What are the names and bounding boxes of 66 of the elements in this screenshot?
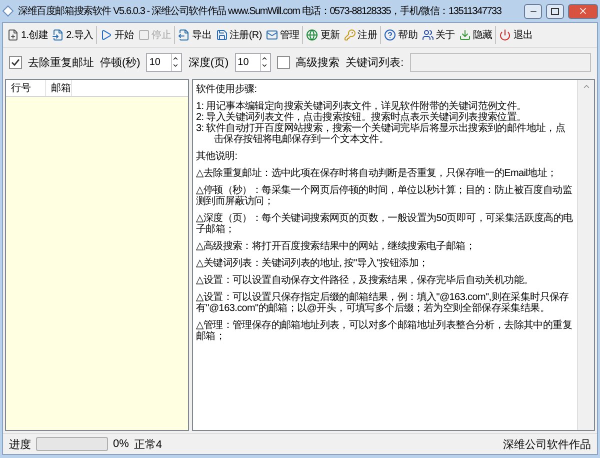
checkbox[interactable] bbox=[276, 56, 290, 68]
toolbar-icon bbox=[499, 29, 512, 41]
scrollbar[interactable] bbox=[577, 80, 594, 430]
close-icon bbox=[578, 6, 588, 16]
step-line: 1: 用记事本编辑定向搜索关键词列表文件，详见软件附带的关键词范例文件。 bbox=[196, 101, 528, 112]
toolbar-icon bbox=[384, 29, 396, 41]
progress-percent: 0% bbox=[113, 438, 129, 450]
checkbox[interactable] bbox=[9, 56, 22, 68]
toolbar-button[interactable]: 2.导入 bbox=[50, 26, 96, 44]
help-paragraph: △设置：可以设置只保存指定后缀的邮箱结果，例：填入"@163.com",则在采集时只保存有"@163.com"的邮箱；以@开头，可填写多个后缀；若为空则全部保存采集结果。 bbox=[196, 292, 570, 314]
scroll-up-icon[interactable] bbox=[582, 82, 590, 91]
help-paragraph: △设置：可以设置自动保存文件路径，及搜索结果，保存完毕后自动关机功能。 bbox=[196, 275, 534, 286]
toolbar-button[interactable]: 注册(R) bbox=[214, 26, 264, 44]
help-paragraph: △关键词列表：关键词列表的地址, 按"导入"按钮添加； bbox=[196, 258, 430, 269]
field-label: 停顿(秒) bbox=[100, 56, 140, 70]
maximize-button[interactable] bbox=[546, 4, 564, 18]
toolbar-button[interactable]: 管理 bbox=[264, 26, 302, 44]
toolbar-icon bbox=[306, 29, 318, 41]
maximize-icon bbox=[551, 8, 559, 14]
help-paragraph: △去除重复邮址：选中此项在保存时将自动判断是否重复，只保存唯一的Email地址； bbox=[196, 168, 558, 179]
pause-spinner[interactable]: 10 bbox=[147, 56, 172, 68]
help-paragraph: 其他说明: bbox=[196, 151, 238, 162]
help-paragraph: 软件使用步骤: bbox=[196, 84, 258, 95]
toolbar-icon bbox=[422, 29, 434, 41]
progress-label: 进度 bbox=[9, 438, 31, 452]
step-line: 3: 软件自动打开百度网站搜索，搜索一个关键词完毕后将显示出搜索到的邮件地址，点击保存按钮将电邮保存到一个文本文件。 bbox=[196, 123, 566, 145]
column-header[interactable]: 邮箱 bbox=[46, 80, 72, 96]
spin-box[interactable]: 10 bbox=[146, 52, 182, 72]
toolbar-button[interactable]: 注册 bbox=[342, 26, 380, 44]
field-label: 深度(页) bbox=[188, 56, 229, 70]
toolbar-button[interactable]: 关于 bbox=[420, 26, 457, 44]
spin-box[interactable]: 10 bbox=[234, 52, 271, 72]
field-label: 关键词列表: bbox=[346, 56, 404, 70]
toolbar-icon bbox=[52, 29, 64, 41]
toolbar-button[interactable]: 开始 bbox=[98, 26, 136, 44]
toolbar-icon bbox=[216, 29, 228, 41]
toolbar-button[interactable]: 退出 bbox=[497, 26, 535, 44]
toolbar-icon bbox=[178, 29, 190, 41]
toolbar-button[interactable]: 帮助 bbox=[382, 26, 420, 44]
toolbar-icon bbox=[100, 29, 112, 41]
spin-arrows-icon[interactable] bbox=[171, 54, 180, 70]
toolbar-button[interactable]: 导出 bbox=[176, 26, 214, 44]
credit-text: 深维公司软件作品 bbox=[503, 438, 591, 452]
toolbar-icon bbox=[458, 29, 471, 41]
step-line: 2: 导入关键词列表文件，点击搜索按钮。搜索时点表示关键词列表搜索位置。 bbox=[196, 112, 526, 123]
status-text: 正常4 bbox=[134, 438, 162, 452]
help-paragraph: △管理：管理保存的邮箱地址列表，可以对多个邮箱地址列表整合分析，去除其中的重复邮箱； bbox=[196, 320, 573, 342]
toolbar-icon bbox=[344, 29, 356, 41]
column-header[interactable]: 行号 bbox=[6, 80, 46, 96]
toolbar-button[interactable]: 隐藏 bbox=[456, 26, 494, 44]
depth-spinner[interactable]: 10 bbox=[236, 56, 260, 68]
app-icon bbox=[2, 5, 14, 17]
toolbar-button[interactable]: 1.创建 bbox=[5, 26, 50, 44]
checkbox-label: 去除重复邮址 bbox=[28, 56, 94, 70]
toolbar-icon bbox=[138, 29, 150, 41]
check-icon bbox=[11, 58, 20, 66]
toolbar-icon bbox=[7, 29, 19, 41]
help-paragraph: △停顿（秒）：每采集一个网页后停顿的时间，单位以秒计算；目的：防止被百度自动监测到而屏蔽访问； bbox=[196, 185, 574, 207]
keyword-list-field[interactable] bbox=[410, 52, 591, 72]
spin-arrows-icon[interactable] bbox=[260, 54, 268, 70]
toolbar-icon bbox=[266, 29, 278, 41]
toolbar-button[interactable]: 更新 bbox=[304, 26, 342, 44]
help-paragraph: △高级搜索：将打开百度搜索结果中的网站，继续搜索电子邮箱； bbox=[196, 241, 476, 252]
checkbox-label: 高级搜索 bbox=[296, 56, 340, 70]
help-paragraph: △深度（页）：每个关键词搜索网页的页数，一般设置为50页即可，可采集活跃度高的电子邮箱； bbox=[196, 213, 574, 235]
window-title: 深维百度邮箱搜索软件 V5.6.0.3 - 深维公司软件作品 www.SumWill.com 电话：0573-88128335，手机/微信：13511347733 bbox=[18, 4, 502, 18]
